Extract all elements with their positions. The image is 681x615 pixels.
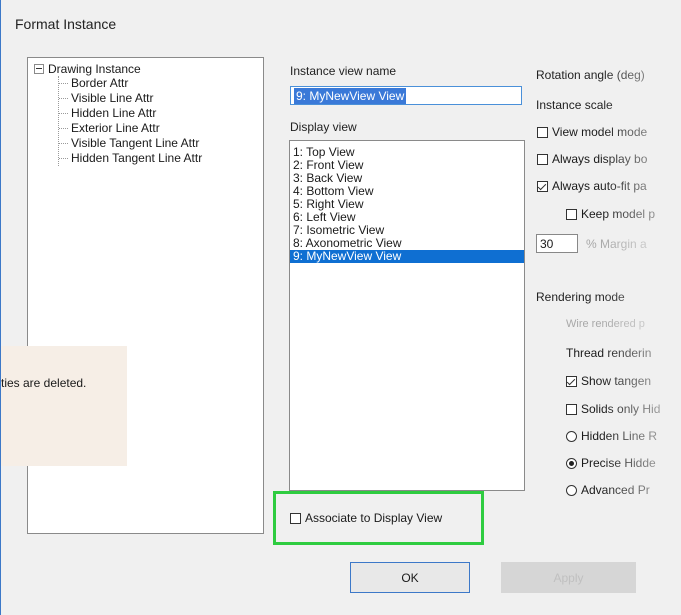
precise-hidden-label[interactable]: Precise Hidde [581,456,656,470]
list-item-selected[interactable]: 9: MyNewView View [290,250,524,263]
tree-item-hidden-tangent-line-attr[interactable]: Hidden Tangent Line Attr [59,151,202,166]
hidden-line-row[interactable]: Hidden Line R [566,429,657,443]
advanced-radio[interactable] [566,484,577,496]
tree-item-visible-line-attr[interactable]: Visible Line Attr [59,91,202,106]
associate-highlight-box: Associate to Display View [273,491,484,545]
tree-children: Border Attr Visible Line Attr Hidden Lin… [58,76,202,166]
instance-view-name-value: 9: MyNewView View [294,88,407,104]
keep-model-label[interactable]: Keep model p [581,207,655,221]
always-autofit-checkbox[interactable] [537,180,548,192]
hidden-line-radio[interactable] [566,430,577,442]
always-display-row[interactable]: Always display bo [537,152,647,166]
always-autofit-row[interactable]: Always auto-fit pa [537,179,647,193]
margin-input[interactable]: 30 [536,234,578,253]
rotation-angle-text: Rotation angle (deg) [536,68,645,82]
associate-checkbox[interactable] [290,512,301,524]
tree-item-exterior-line-attr[interactable]: Exterior Line Attr [59,121,202,136]
ok-button[interactable]: OK [350,562,470,593]
notification-toast: ties are deleted. [1,346,127,466]
rotation-angle-label: Rotation angle (deg) [536,68,645,82]
instance-view-name-input[interactable]: 9: MyNewView View [290,86,522,105]
apply-button[interactable]: Apply [501,562,636,593]
show-tangent-label[interactable]: Show tangen [581,374,651,388]
solids-only-label[interactable]: Solids only Hid [581,402,660,416]
always-display-label[interactable]: Always display bo [552,152,647,166]
display-view-label: Display view [290,120,357,134]
tree-root[interactable]: Drawing Instance [34,62,141,76]
show-tangent-checkbox[interactable] [566,375,577,387]
margin-row: 30 % Margin a [536,234,647,253]
tree-item-hidden-line-attr[interactable]: Hidden Line Attr [59,106,202,121]
view-model-mode-checkbox[interactable] [537,126,548,138]
tree-item-visible-tangent-line-attr[interactable]: Visible Tangent Line Attr [59,136,202,151]
collapse-icon[interactable] [34,64,44,74]
associate-checkbox-row[interactable]: Associate to Display View [290,511,442,525]
instance-view-name-label: Instance view name [290,64,397,78]
thread-rendering-label: Thread renderin [566,346,652,360]
solids-only-checkbox[interactable] [566,403,577,415]
display-view-list[interactable]: 1: Top View 2: Front View 3: Back View 4… [289,140,525,491]
wire-rendered-label: Wire rendered p [566,318,645,330]
solids-only-row[interactable]: Solids only Hid [566,402,660,416]
hidden-line-label[interactable]: Hidden Line R [581,429,657,443]
precise-hidden-row[interactable]: Precise Hidde [566,456,656,470]
associate-checkbox-label[interactable]: Associate to Display View [305,511,442,525]
precise-hidden-radio[interactable] [566,457,577,469]
tree-root-label[interactable]: Drawing Instance [48,62,141,76]
always-autofit-label[interactable]: Always auto-fit pa [552,179,647,193]
format-instance-dialog: Format Instance Drawing Instance Border … [0,0,681,615]
view-model-mode-row[interactable]: View model mode [537,125,647,139]
keep-model-checkbox[interactable] [566,208,577,220]
view-model-mode-label[interactable]: View model mode [552,125,647,139]
advanced-label[interactable]: Advanced Pr [581,483,650,497]
tree-item-border-attr[interactable]: Border Attr [59,76,202,91]
margin-label: % Margin a [586,236,647,251]
rendering-mode-label: Rendering mode [536,290,625,304]
toast-text: ties are deleted. [1,376,87,390]
dialog-title: Format Instance [15,16,117,32]
advanced-row[interactable]: Advanced Pr [566,483,650,497]
instance-scale-label: Instance scale [536,98,613,112]
margin-value: 30 [540,236,554,251]
keep-model-row[interactable]: Keep model p [566,207,655,221]
show-tangent-row[interactable]: Show tangen [566,374,651,388]
always-display-checkbox[interactable] [537,153,548,165]
